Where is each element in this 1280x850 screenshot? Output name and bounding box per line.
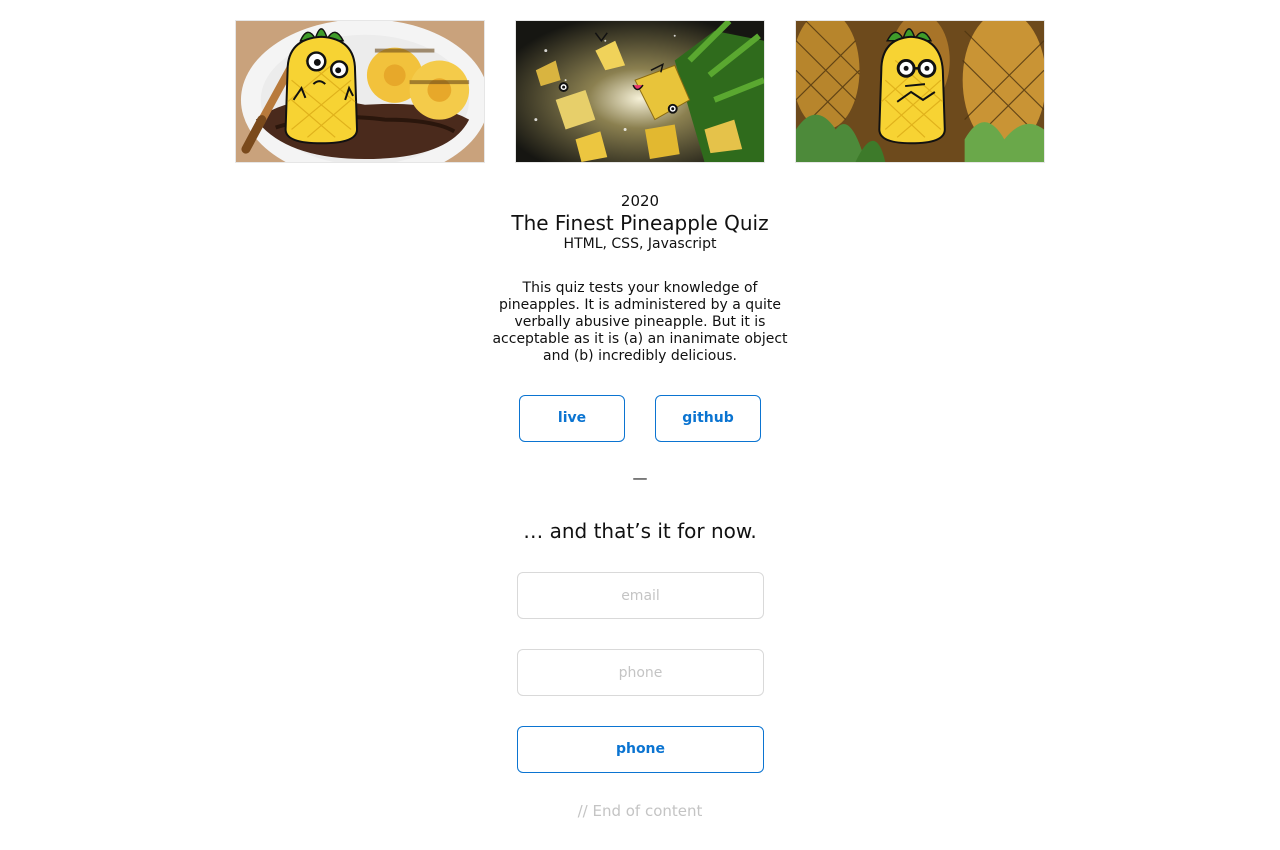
project-tech-stack: HTML, CSS, Javascript [563, 236, 717, 252]
project-description: This quiz tests your knowledge of pineap… [492, 280, 788, 364]
outro-heading: … and that’s it for now. [523, 519, 757, 543]
gallery-image-pineapples [795, 20, 1045, 163]
project-header: 2020 The Finest Pineapple Quiz HTML, CSS… [440, 190, 840, 254]
live-button[interactable]: live [519, 395, 625, 442]
end-of-content-note: // End of content [577, 802, 703, 820]
gallery-image-explosion [515, 20, 765, 163]
github-button[interactable]: github [655, 395, 761, 442]
section-divider: — [632, 469, 648, 487]
pineapple-mascot-glasses-icon [878, 28, 946, 145]
project-gallery [235, 20, 1045, 163]
pineapple-mascot-monocle-icon [284, 28, 359, 145]
gallery-image-steak [235, 20, 485, 163]
project-year: 2020 [620, 192, 660, 210]
exploding-pineapple-illustration [516, 21, 764, 162]
project-title: The Finest Pineapple Quiz [511, 211, 769, 235]
pineapples-illustration [796, 21, 1044, 162]
submit-button[interactable]: phone [517, 726, 764, 773]
email-field[interactable] [517, 572, 764, 619]
phone-field[interactable] [517, 649, 764, 696]
steak-pineapple-illustration [236, 21, 484, 162]
